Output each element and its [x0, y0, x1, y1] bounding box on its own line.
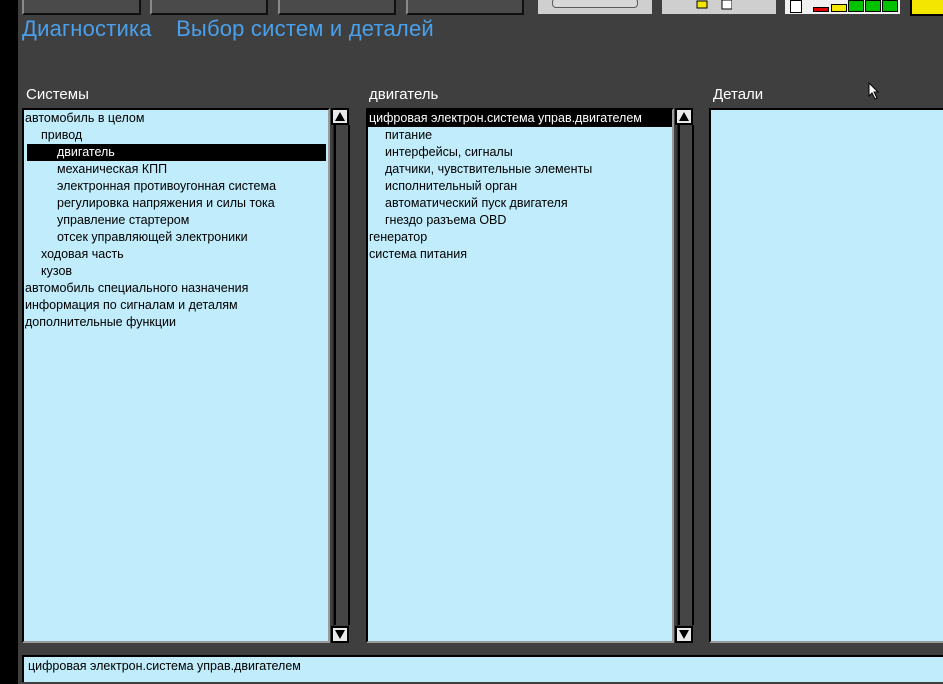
device-icon	[721, 0, 732, 10]
scroll-up-button[interactable]	[675, 108, 693, 125]
systems-list-item[interactable]: двигатель	[27, 144, 326, 161]
title-primary: Диагностика	[22, 16, 152, 41]
oval-icon	[552, 0, 638, 8]
connector-icon	[696, 0, 708, 9]
battery-icon	[910, 0, 943, 16]
toolbar-device-button[interactable]	[662, 0, 776, 14]
subsystems-list-item[interactable]: датчики, чувствительные элементы	[368, 161, 672, 178]
title-secondary: Выбор систем и деталей	[176, 16, 434, 41]
subsystems-list-item[interactable]: интерфейсы, сигналы	[368, 144, 672, 161]
subsystems-list-item[interactable]: система питания	[368, 246, 672, 263]
systems-list-item[interactable]: информация по сигналам и деталям	[24, 297, 328, 314]
systems-list-item[interactable]: регулировка напряжения и силы тока	[24, 195, 328, 212]
systems-scrollbar[interactable]	[331, 108, 350, 643]
systems-list-item[interactable]: управление стартером	[24, 212, 328, 229]
left-edge-strip	[0, 0, 18, 684]
systems-list-item[interactable]: привод	[24, 127, 328, 144]
triangle-down-icon	[679, 630, 689, 639]
scroll-up-button[interactable]	[331, 108, 349, 125]
subsystems-list-item[interactable]: исполнительный орган	[368, 178, 672, 195]
subsystems-list-items: цифровая электрон.система управ.двигател…	[368, 110, 672, 263]
signal-strength-icon	[785, 0, 900, 14]
page-title: Диагностика Выбор систем и деталей	[22, 16, 452, 42]
systems-list-item[interactable]: автомобиль в целом	[24, 110, 328, 127]
triangle-up-icon	[335, 112, 345, 121]
scroll-down-button[interactable]	[675, 626, 693, 643]
subsystems-list-item[interactable]: гнездо разъема OBD	[368, 212, 672, 229]
status-bar: цифровая электрон.система управ.двигател…	[22, 655, 943, 682]
systems-list-item[interactable]: ходовая часть	[24, 246, 328, 263]
details-list[interactable]	[709, 108, 943, 643]
systems-list-item[interactable]: электронная противоугонная система	[24, 178, 328, 195]
triangle-down-icon	[335, 630, 345, 639]
scroll-down-button[interactable]	[331, 626, 349, 643]
systems-list-item[interactable]: отсек управляющей электроники	[24, 229, 328, 246]
toolbar-oval-button[interactable]	[538, 0, 652, 14]
systems-list-item[interactable]: механическая КПП	[24, 161, 328, 178]
details-header: Детали	[713, 86, 764, 103]
systems-list-item[interactable]: кузов	[24, 263, 328, 280]
toolbar-button-3[interactable]	[278, 0, 396, 15]
scrollbar-thumb[interactable]	[678, 125, 694, 625]
subsystems-list[interactable]: цифровая электрон.система управ.двигател…	[366, 108, 674, 643]
subsystems-list-item[interactable]: цифровая электрон.система управ.двигател…	[368, 110, 672, 127]
triangle-up-icon	[679, 112, 689, 121]
toolbar-button-4[interactable]	[406, 0, 524, 15]
systems-header: Системы	[26, 86, 89, 103]
subsystems-header: двигатель	[369, 86, 439, 103]
systems-list-items: автомобиль в целом привод двигатель механич…	[24, 110, 328, 331]
systems-list-item[interactable]: автомобиль специального назначения	[24, 280, 328, 297]
mouse-pointer-icon	[868, 82, 880, 100]
systems-list-item[interactable]: дополнительные функции	[24, 314, 328, 331]
toolbar-button-2[interactable]	[150, 0, 268, 15]
scrollbar-thumb[interactable]	[334, 125, 350, 625]
subsystems-list-item[interactable]: генератор	[368, 229, 672, 246]
subsystems-list-item[interactable]: автоматический пуск двигателя	[368, 195, 672, 212]
subsystems-list-item[interactable]: питание	[368, 127, 672, 144]
toolbar-button-1[interactable]	[22, 0, 141, 15]
phone-icon	[790, 0, 802, 13]
subsystems-scrollbar[interactable]	[675, 108, 694, 643]
systems-list[interactable]: автомобиль в целом привод двигатель механич…	[22, 108, 330, 643]
